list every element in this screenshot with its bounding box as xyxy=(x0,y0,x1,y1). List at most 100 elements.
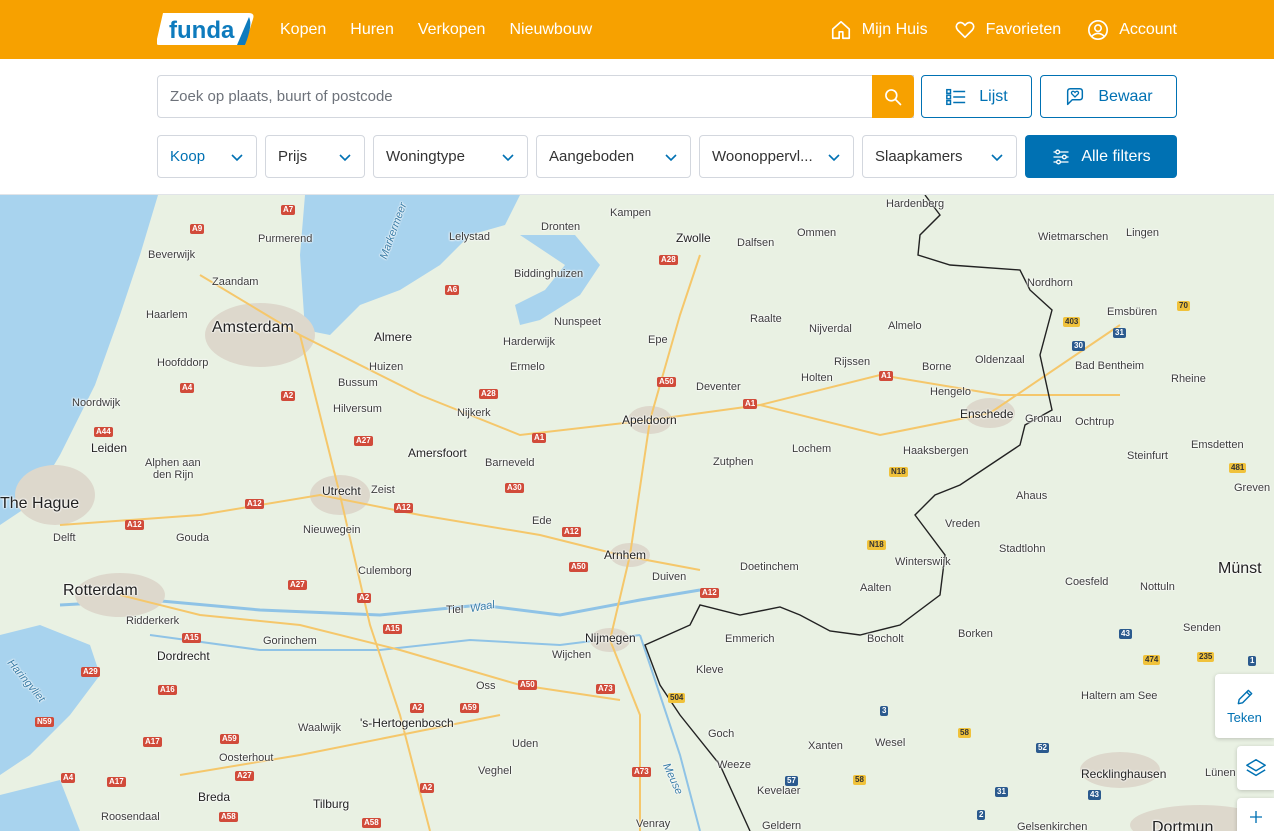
save-search-button[interactable]: Bewaar xyxy=(1040,75,1177,118)
place-label: Wijchen xyxy=(552,649,592,661)
road-shield: 58 xyxy=(853,775,866,785)
nav-nieuwbouw[interactable]: Nieuwbouw xyxy=(509,21,592,39)
filter-slaapkamers-label: Slaapkamers xyxy=(875,148,963,165)
road-shield: A59 xyxy=(460,703,479,713)
place-label: Deventer xyxy=(696,381,741,393)
place-label: Emsdetten xyxy=(1191,439,1244,451)
road-shield: A50 xyxy=(569,562,588,572)
road-shield: A16 xyxy=(158,685,177,695)
place-label: Ahaus xyxy=(1016,490,1048,502)
draw-label: Teken xyxy=(1227,710,1262,725)
layers-icon xyxy=(1245,759,1266,777)
place-label: Utrecht xyxy=(322,484,361,498)
funda-logo[interactable]: funda xyxy=(156,11,255,47)
search-button[interactable] xyxy=(872,75,914,118)
place-label: Wesel xyxy=(875,737,906,749)
save-search-icon xyxy=(1067,87,1084,105)
road-shield: 504 xyxy=(668,693,686,703)
road-shield: A73 xyxy=(632,767,651,777)
nav-huren[interactable]: Huren xyxy=(350,21,394,39)
list-view-button[interactable]: Lijst xyxy=(921,75,1032,118)
place-label: Haaksbergen xyxy=(903,445,969,457)
place-label: Breda xyxy=(198,790,231,804)
place-label: Greven xyxy=(1234,482,1271,494)
zoom-in-button[interactable] xyxy=(1237,798,1274,831)
map-canvas xyxy=(0,195,1270,831)
road-shield: A12 xyxy=(562,527,581,537)
road-shield: 1 xyxy=(1248,656,1257,666)
road-shield: 2 xyxy=(977,810,986,820)
place-label: Waalwijk xyxy=(298,722,341,734)
place-label: Leiden xyxy=(91,441,128,455)
place-label: Recklinghausen xyxy=(1081,767,1167,781)
place-label: Oldenzaal xyxy=(975,354,1025,366)
filter-woningtype-label: Woningtype xyxy=(386,148,465,165)
filter-woonoppervlakte-label: Woonoppervl... xyxy=(712,148,813,165)
favorieten-link[interactable]: Favorieten xyxy=(954,19,1061,41)
chevron-down-icon xyxy=(665,153,677,161)
place-label: Coesfeld xyxy=(1065,576,1109,588)
place-label: 's-Hertogenbosch xyxy=(360,716,454,730)
mijn-huis-label: Mijn Huis xyxy=(861,20,928,38)
road-shield: A58 xyxy=(219,812,238,822)
road-shield: 235 xyxy=(1197,652,1215,662)
road-shield: A44 xyxy=(94,427,113,437)
map-layers-button[interactable] xyxy=(1237,746,1274,790)
nav-kopen[interactable]: Kopen xyxy=(280,21,326,39)
account-label: Account xyxy=(1119,20,1177,38)
place-label: Nijverdal xyxy=(809,323,852,335)
logo-text: funda xyxy=(169,17,235,44)
place-label: Hardenberg xyxy=(886,198,945,210)
road-shield: A4 xyxy=(61,773,76,783)
filter-prijs-label: Prijs xyxy=(278,148,308,165)
place-label: Rijssen xyxy=(834,356,871,368)
road-shield: A17 xyxy=(107,777,126,787)
filter-prijs[interactable]: Prijs xyxy=(265,135,365,178)
road-shield: A59 xyxy=(220,734,239,744)
place-label: Biddinghuizen xyxy=(514,268,584,280)
filter-woonoppervlakte[interactable]: Woonoppervl... xyxy=(699,135,854,178)
road-shield: A7 xyxy=(281,205,296,215)
road-shield: A28 xyxy=(479,389,498,399)
place-label: Haarlem xyxy=(146,309,188,321)
place-label: Aalten xyxy=(860,582,892,594)
top-bar: funda Kopen Huren Verkopen Nieuwbouw Mij… xyxy=(0,0,1274,59)
mijn-huis-link[interactable]: Mijn Huis xyxy=(830,19,928,41)
place-label: Doetinchem xyxy=(740,561,799,573)
road-shield: A27 xyxy=(235,771,254,781)
place-label: Uden xyxy=(512,738,539,750)
place-label: Gorinchem xyxy=(263,635,317,647)
place-label: Weeze xyxy=(717,759,752,771)
road-shield: A12 xyxy=(125,520,144,530)
road-shield: A12 xyxy=(700,588,719,598)
account-link[interactable]: Account xyxy=(1087,19,1177,41)
place-label: Bad Bentheim xyxy=(1075,360,1145,372)
list-view-label: Lijst xyxy=(979,87,1008,105)
place-label: Apeldoorn xyxy=(622,413,677,427)
place-label: Geldern xyxy=(762,820,802,831)
all-filters-button[interactable]: Alle filters xyxy=(1025,135,1177,178)
place-label: Wietmarschen xyxy=(1038,231,1109,243)
chevron-down-icon xyxy=(828,153,840,161)
list-icon xyxy=(946,88,966,105)
search-input[interactable] xyxy=(158,76,858,117)
filter-aangeboden[interactable]: Aangeboden xyxy=(536,135,691,178)
place-label: Arnhem xyxy=(604,548,647,562)
road-shield: 58 xyxy=(958,728,971,738)
place-label: Bussum xyxy=(338,377,378,389)
draw-button[interactable]: Teken xyxy=(1215,674,1274,738)
place-label: Winterswijk xyxy=(895,556,951,568)
filter-slaapkamers[interactable]: Slaapkamers xyxy=(862,135,1017,178)
sliders-icon xyxy=(1053,148,1069,165)
place-label: Zaandam xyxy=(212,276,259,288)
road-shield: A2 xyxy=(410,703,425,713)
road-shield: A4 xyxy=(180,383,195,393)
place-label: The Hague xyxy=(0,495,80,512)
filter-koop[interactable]: Koop xyxy=(157,135,257,178)
nav-verkopen[interactable]: Verkopen xyxy=(418,21,486,39)
place-label: Harderwijk xyxy=(503,336,555,348)
place-label: Gelsenkirchen xyxy=(1017,821,1088,831)
road-shield: A2 xyxy=(357,593,372,603)
map[interactable]: Hardenberg Kampen Dronten Zwolle Dalfsen… xyxy=(0,195,1274,831)
filter-woningtype[interactable]: Woningtype xyxy=(373,135,528,178)
